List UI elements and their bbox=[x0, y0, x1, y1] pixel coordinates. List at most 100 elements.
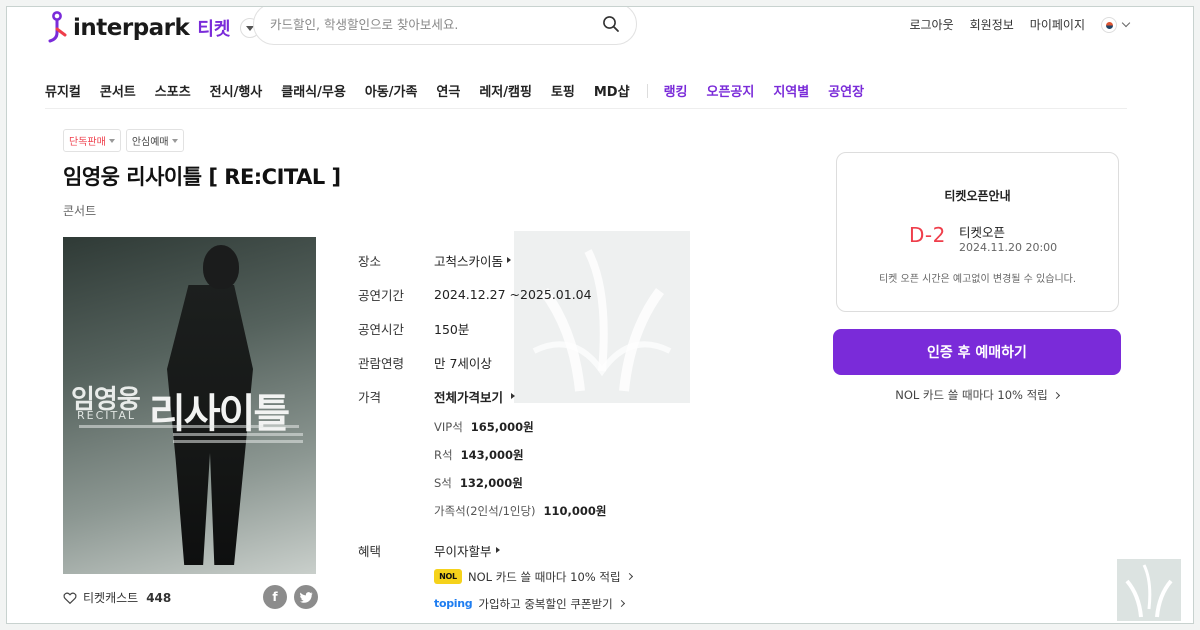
twitter-share-icon[interactable] bbox=[294, 585, 318, 609]
ticket-open-label: 티켓오픈 bbox=[959, 225, 1006, 240]
nav-sports[interactable]: 스포츠 bbox=[155, 81, 191, 100]
nav-play[interactable]: 연극 bbox=[436, 81, 460, 100]
price-list: VIP석 165,000원 R석 143,000원 S석 132,000원 가족석(2… bbox=[434, 413, 698, 525]
price-value: 143,000원 bbox=[460, 448, 524, 462]
nav-mdshop[interactable]: MD샵 bbox=[594, 81, 630, 100]
nav-ranking[interactable]: 랭킹 bbox=[664, 81, 688, 100]
language-selector[interactable] bbox=[1101, 16, 1131, 33]
caret-right-icon bbox=[507, 257, 512, 263]
installment-link[interactable]: 무이자할부 bbox=[434, 541, 500, 560]
nol-benefit-text: NOL 카드 쓸 때마다 10% 적립 bbox=[468, 569, 621, 584]
runtime-value: 150분 bbox=[434, 321, 470, 337]
age-value: 만 7세이상 bbox=[434, 355, 492, 371]
heart-icon[interactable] bbox=[63, 591, 77, 605]
share-group: f bbox=[263, 585, 318, 609]
benefit-row: 혜택 무이자할부 bbox=[358, 533, 698, 567]
price-row: 가격 전체가격보기 bbox=[358, 379, 698, 413]
price-value: 165,000원 bbox=[470, 420, 534, 434]
product-info: 장소 고척스카이돔 공연기간 2024.12.27 ~2025.01.04 공연… bbox=[358, 243, 698, 617]
member-info-link[interactable]: 회원정보 bbox=[970, 16, 1014, 33]
nol-logo-icon: NOL bbox=[434, 569, 462, 584]
price-item: 가족석(2인석/1인당) 110,000원 bbox=[434, 497, 698, 525]
period-row: 공연기간 2024.12.27 ~2025.01.04 bbox=[358, 277, 698, 311]
page-frame: interpark 티켓 로그아웃 회원정보 마이페이지 뮤지컬 콘서트 스포츠… bbox=[6, 6, 1194, 624]
mypage-link[interactable]: 마이페이지 bbox=[1030, 16, 1085, 33]
price-grade: S석 bbox=[434, 476, 452, 490]
ticketcast-label: 티켓캐스트 bbox=[83, 591, 139, 605]
nav-exhibition[interactable]: 전시/행사 bbox=[210, 81, 263, 100]
venue-link[interactable]: 고척스카이돔 bbox=[434, 251, 512, 270]
poster-name-en: RECITAL bbox=[77, 409, 137, 422]
category-nav: 뮤지컬 콘서트 스포츠 전시/행사 클래식/무용 아동/가족 연극 레저/캠핑 … bbox=[45, 73, 1127, 109]
price-label: 가격 bbox=[358, 389, 382, 405]
nav-divider bbox=[646, 83, 648, 98]
nav-kids[interactable]: 아동/가족 bbox=[365, 81, 418, 100]
ticketcast-like[interactable]: 티켓캐스트 448 bbox=[63, 589, 171, 606]
chevron-right-icon bbox=[617, 599, 625, 608]
runtime-row: 공연시간 150분 bbox=[358, 311, 698, 345]
price-value: 110,000원 bbox=[543, 504, 607, 518]
logout-link[interactable]: 로그아웃 bbox=[909, 16, 953, 33]
nol-card-text: NOL 카드 쓸 때마다 10% 적립 bbox=[895, 388, 1048, 402]
nav-classic[interactable]: 클래식/무용 bbox=[281, 81, 346, 100]
all-prices-link[interactable]: 전체가격보기 bbox=[434, 387, 516, 406]
logo-ticket-text: 티켓 bbox=[197, 19, 231, 40]
nav-region[interactable]: 지역별 bbox=[773, 81, 809, 100]
search-bar bbox=[253, 7, 637, 45]
facebook-share-icon[interactable]: f bbox=[263, 585, 287, 609]
ticket-open-note: 티켓 오픈 시간은 예고없이 변경될 수 있습니다. bbox=[878, 274, 1077, 285]
toping-benefit-link[interactable]: toping 가입하고 중복할인 쿠폰받기 bbox=[434, 590, 698, 617]
ticket-open-panel: 티켓오픈안내 D-2 티켓오픈 2024.11.20 20:00 티켓 오픈 시… bbox=[836, 152, 1119, 312]
poster-recital-ko: 리사이틀 bbox=[149, 390, 290, 437]
price-grade: R석 bbox=[434, 448, 453, 462]
safe-booking-badge[interactable]: 안심예매 bbox=[125, 129, 184, 152]
poster-fine-print bbox=[173, 433, 303, 436]
price-grade: VIP석 bbox=[434, 420, 463, 434]
nav-venue[interactable]: 공연장 bbox=[828, 81, 864, 100]
twitter-bird-icon bbox=[299, 591, 312, 603]
period-label: 공연기간 bbox=[358, 287, 405, 303]
age-label: 관람연령 bbox=[358, 355, 405, 371]
caret-right-icon bbox=[495, 547, 500, 553]
chevron-down-icon bbox=[1121, 18, 1131, 28]
nol-benefit-link[interactable]: NOL NOL 카드 쓸 때마다 10% 적립 bbox=[434, 563, 698, 590]
nav-musical[interactable]: 뮤지컬 bbox=[45, 81, 81, 100]
nav-open-notice[interactable]: 오픈공지 bbox=[706, 81, 754, 100]
price-value: 132,000원 bbox=[459, 476, 523, 490]
ticketcast-count: 448 bbox=[146, 590, 172, 605]
price-item: R석 143,000원 bbox=[434, 441, 698, 469]
exclusive-badge-label: 단독판매 bbox=[69, 137, 106, 148]
venue-row: 장소 고척스카이돔 bbox=[358, 243, 698, 277]
dday-counter: D-2 bbox=[909, 223, 946, 247]
nol-card-link[interactable]: NOL 카드 쓸 때마다 10% 적립 bbox=[833, 387, 1121, 403]
poster-image: 임영웅 RECITAL 리사이틀 bbox=[63, 237, 316, 574]
price-grade: 가족석(2인석/1인당) bbox=[434, 504, 536, 518]
venue-label: 장소 bbox=[358, 253, 382, 269]
chevron-right-icon bbox=[1052, 391, 1060, 399]
all-prices-label: 전체가격보기 bbox=[434, 389, 504, 405]
logo-text: interpark bbox=[73, 15, 190, 41]
nav-toping[interactable]: 토핑 bbox=[551, 81, 575, 100]
corner-watermark-logo bbox=[1117, 559, 1181, 621]
exclusive-badge[interactable]: 단독판매 bbox=[63, 129, 121, 152]
verify-and-book-button[interactable]: 인증 후 예매하기 bbox=[833, 329, 1121, 375]
age-row: 관람연령 만 7세이상 bbox=[358, 345, 698, 379]
search-icon[interactable] bbox=[602, 15, 620, 33]
venue-value: 고척스카이돔 bbox=[434, 253, 504, 269]
toping-benefit-text: 가입하고 중복할인 쿠폰받기 bbox=[478, 596, 613, 611]
interpark-logo[interactable]: interpark 티켓 bbox=[45, 11, 261, 45]
caret-right-icon bbox=[511, 393, 516, 399]
poster-fine-print bbox=[173, 440, 303, 443]
korea-flag-icon bbox=[1101, 16, 1117, 33]
ticket-open-date: 2024.11.20 20:00 bbox=[959, 241, 1058, 254]
product-title: 임영웅 리사이틀 [ RE:CITAL ] bbox=[63, 165, 341, 189]
ticket-open-title: 티켓오픈안내 bbox=[944, 189, 1011, 203]
runtime-label: 공연시간 bbox=[358, 321, 405, 337]
poster-fine-print bbox=[79, 425, 299, 428]
product-category: 콘서트 bbox=[63, 204, 97, 218]
nav-leisure[interactable]: 레저/캠핑 bbox=[479, 81, 532, 100]
poster-figure-head bbox=[203, 245, 239, 289]
nav-concert[interactable]: 콘서트 bbox=[100, 81, 136, 100]
search-input[interactable] bbox=[270, 16, 602, 32]
period-value: 2024.12.27 ~2025.01.04 bbox=[434, 286, 592, 302]
